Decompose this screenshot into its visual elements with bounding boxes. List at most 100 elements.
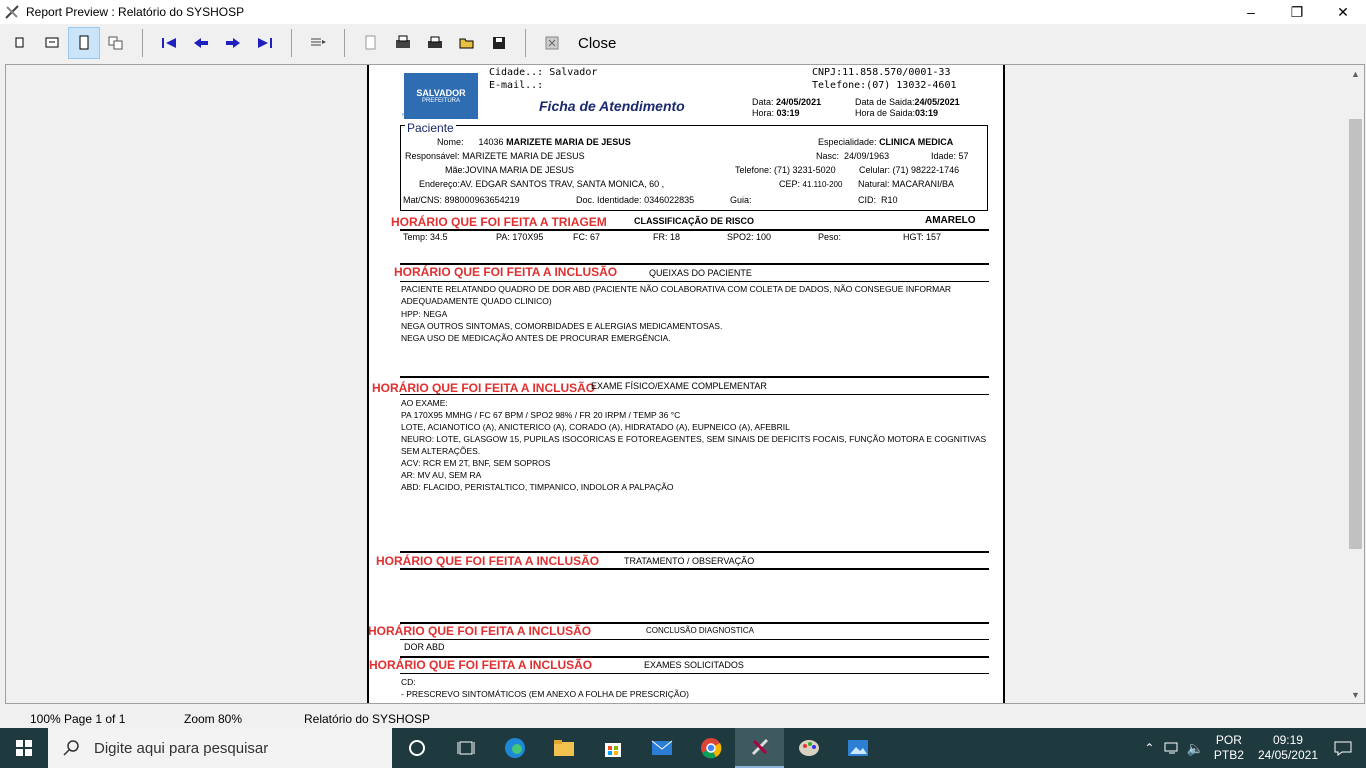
tratamento-header: TRATAMENTO / OBSERVAÇÃO bbox=[624, 556, 755, 566]
page-width-button[interactable] bbox=[36, 27, 68, 59]
goto-page-icon[interactable] bbox=[302, 27, 334, 59]
fr-value: FR: 18 bbox=[653, 232, 681, 242]
page-corner-mark: ' bbox=[369, 65, 375, 70]
input-language[interactable]: POR PTB2 bbox=[1214, 733, 1244, 763]
especialidade-row: Especialidade: CLINICA MEDICA bbox=[818, 137, 954, 147]
edge-icon[interactable] bbox=[490, 728, 539, 768]
tratamento-top-line bbox=[400, 551, 989, 553]
mail-icon[interactable] bbox=[637, 728, 686, 768]
natural-row: Natural: MACARANI/BA bbox=[858, 179, 955, 189]
store-icon[interactable] bbox=[588, 728, 637, 768]
temp-value: Temp: 34.5 bbox=[403, 232, 448, 242]
open-folder-icon[interactable] bbox=[451, 27, 483, 59]
docid-row: Doc. Identidade: 0346022835 bbox=[576, 195, 695, 205]
exames-inclusao-note: HORÁRIO QUE FOI FEITA A INCLUSÃO bbox=[369, 658, 593, 672]
status-report-name: Relatório do SYSHOSP bbox=[304, 712, 431, 726]
peso-label: Peso: bbox=[818, 232, 842, 242]
data-saida-row: Data de Saida:24/05/2021 bbox=[855, 97, 960, 107]
toolbar-separator bbox=[142, 29, 143, 57]
mae-row: Mãe:JOVINA MARIA DE JESUS bbox=[445, 165, 575, 175]
scroll-up-icon[interactable]: ▲ bbox=[1347, 65, 1364, 82]
triagem-line bbox=[400, 229, 989, 231]
scroll-thumb[interactable] bbox=[1349, 119, 1362, 549]
windows-start-icon[interactable] bbox=[0, 728, 48, 768]
photos-icon[interactable] bbox=[833, 728, 882, 768]
save-icon[interactable] bbox=[483, 27, 515, 59]
search-placeholder: Digite aqui para pesquisar bbox=[94, 739, 269, 757]
task-view-icon[interactable] bbox=[441, 728, 490, 768]
matcns-row: Mat/CNS: 898000963654219 bbox=[403, 195, 520, 205]
report-text-line: ADEQUADAMENTE QUADO CLINICO) bbox=[401, 296, 552, 307]
minimize-button[interactable]: – bbox=[1228, 0, 1274, 24]
report-text-line: NEURO: LOTE, GLASGOW 15, PUPILAS ISOCORI… bbox=[401, 434, 987, 444]
close-button[interactable]: Close bbox=[574, 35, 620, 52]
guia-label: Guia: bbox=[730, 195, 752, 205]
close-preview-icon[interactable] bbox=[536, 27, 568, 59]
vertical-scrollbar[interactable]: ▲ ▼ bbox=[1347, 65, 1364, 703]
exame-inclusao-note: HORÁRIO QUE FOI FEITA A INCLUSÃO bbox=[372, 381, 596, 395]
cid-row: CID: R10 bbox=[858, 195, 898, 205]
queixas-header: QUEIXAS DO PACIENTE bbox=[649, 268, 752, 278]
telefone-top-text: Telefone:(07) 13032-4601 bbox=[812, 80, 957, 91]
notifications-icon[interactable] bbox=[1334, 740, 1352, 756]
new-document-icon[interactable] bbox=[355, 27, 387, 59]
report-text-line: AO EXAME: bbox=[401, 398, 448, 408]
responsavel-row: Responsável: MARIZETE MARIA DE JESUS bbox=[405, 151, 585, 161]
system-tray: ⌃ 🔈 POR PTB2 09:19 24/05/2021 bbox=[1144, 728, 1366, 768]
chrome-icon[interactable] bbox=[686, 728, 735, 768]
exames-header: EXAMES SOLICITADOS bbox=[644, 660, 744, 670]
taskbar-search-box[interactable]: Digite aqui para pesquisar bbox=[48, 728, 392, 768]
network-icon[interactable] bbox=[1164, 741, 1180, 755]
exames-bottom-line bbox=[400, 673, 989, 674]
paint-icon[interactable] bbox=[784, 728, 833, 768]
report-text-line: SEM ALTERAÇÕES. bbox=[401, 446, 481, 456]
report-text-line: LOTE, ACIANOTICO (A), ANICTERICO (A), CO… bbox=[401, 422, 790, 432]
conclusao-value: DOR ABD bbox=[404, 642, 445, 652]
status-bar: 100% Page 1 of 1 Zoom 80% Relatório do S… bbox=[0, 708, 1366, 730]
status-page: Page 1 of 1 bbox=[64, 712, 126, 726]
ficha-title: Ficha de Atendimento bbox=[539, 98, 685, 114]
report-text-line: - PRESCREVO SINTOMÁTICOS (EM ANEXO A FOL… bbox=[401, 689, 689, 699]
next-page-icon[interactable] bbox=[217, 27, 249, 59]
multiple-pages-button[interactable] bbox=[100, 27, 132, 59]
toolbar-separator bbox=[344, 29, 345, 57]
status-zoom-pct: 100% bbox=[30, 712, 61, 726]
hora-row: Hora: 03:19 bbox=[752, 108, 800, 118]
toolbar-separator bbox=[291, 29, 292, 57]
clock[interactable]: 09:19 24/05/2021 bbox=[1258, 733, 1318, 763]
print-setup-icon[interactable] bbox=[387, 27, 419, 59]
paciente-header: Paciente bbox=[405, 121, 456, 135]
telefone-row: Telefone: (71) 3231-5020 bbox=[735, 165, 836, 175]
single-page-button[interactable] bbox=[4, 27, 36, 59]
endereco-row: Endereço:AV. EDGAR SANTOS TRAV, SANTA MO… bbox=[419, 179, 665, 189]
report-text-line: NEGA OUTROS SINTOMAS, COMORBIDADES E ALE… bbox=[401, 320, 723, 331]
logo-caption: PRIMEIRA CAPITAL DO BRASIL bbox=[402, 112, 461, 117]
report-text-line: NEGA USO DE MEDICAÇÃO ANTES DE PROCURAR … bbox=[401, 333, 671, 344]
queixas-inclusao-note: HORÁRIO QUE FOI FEITA A INCLUSÃO bbox=[394, 265, 618, 279]
restore-button[interactable]: ❐ bbox=[1274, 0, 1320, 24]
first-page-icon[interactable] bbox=[153, 27, 185, 59]
fc-value: FC: 67 bbox=[573, 232, 601, 242]
hgt-value: HGT: 157 bbox=[903, 232, 942, 242]
celular-row: Celular: (71) 98222-1746 bbox=[859, 165, 960, 175]
whole-page-button[interactable] bbox=[68, 27, 100, 59]
previous-page-icon[interactable] bbox=[185, 27, 217, 59]
last-page-icon[interactable] bbox=[249, 27, 281, 59]
tray-chevron-up-icon[interactable]: ⌃ bbox=[1144, 741, 1154, 755]
preview-area: ' SALVADORPREFEITURA PRIMEIRA CAPITAL DO… bbox=[5, 64, 1365, 704]
spo2-value: SPO2: 100 bbox=[727, 232, 772, 242]
close-window-button[interactable]: ✕ bbox=[1320, 0, 1366, 24]
conclusao-bottom-line bbox=[400, 639, 989, 640]
print-icon[interactable] bbox=[419, 27, 451, 59]
conclusao-header: CONCLUSÃO DIAGNOSTICA bbox=[646, 626, 755, 635]
toolbar-separator bbox=[525, 29, 526, 57]
report-text-line: ACV: RCR EM 2T, BNF, SEM SOPROS bbox=[401, 458, 551, 468]
volume-icon[interactable]: 🔈 bbox=[1186, 740, 1203, 757]
file-explorer-icon[interactable] bbox=[539, 728, 588, 768]
report-text-line: PA 170X95 MMHG / FC 67 BPM / SPO2 98% / … bbox=[401, 410, 681, 420]
syshosp-taskbar-icon[interactable] bbox=[735, 728, 784, 768]
scroll-down-icon[interactable]: ▼ bbox=[1347, 686, 1364, 703]
cortana-icon[interactable] bbox=[392, 728, 441, 768]
nome-row: Nome: 14036 MARIZETE MARIA DE JESUS bbox=[437, 137, 631, 147]
toolbar: Close bbox=[0, 26, 1366, 60]
